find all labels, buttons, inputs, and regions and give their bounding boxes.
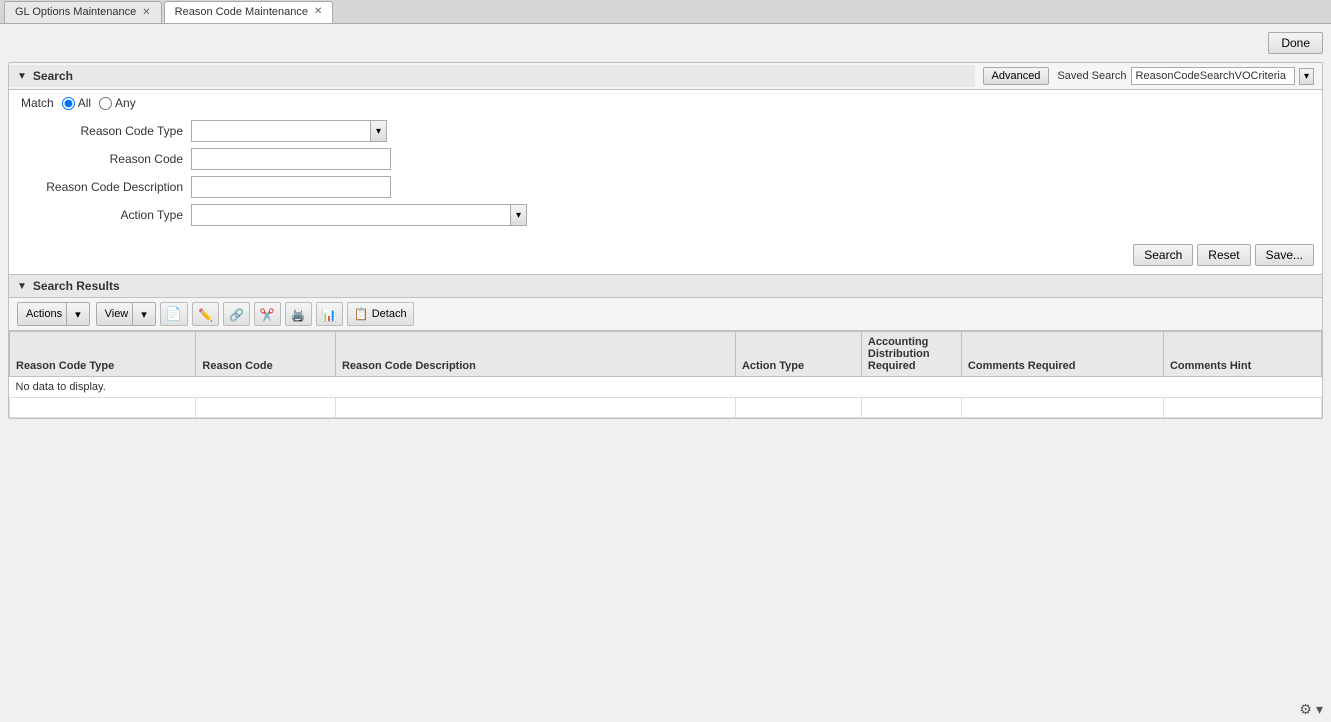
- col-header-comments-required: Comments Required: [961, 332, 1163, 377]
- results-title: Search Results: [33, 279, 120, 293]
- saved-search-label: Saved Search: [1057, 70, 1126, 82]
- no-data-row: No data to display.: [10, 377, 1322, 398]
- criteria-select-container: ReasonCodeSearchVOCriteria: [1131, 67, 1295, 85]
- tab-gl-options-label: GL Options Maintenance: [15, 6, 136, 18]
- match-any-radio[interactable]: [99, 97, 112, 110]
- empty-row-1: [10, 398, 1322, 418]
- top-toolbar: Done: [8, 32, 1323, 54]
- settings-icon[interactable]: ⚙: [1299, 701, 1312, 718]
- col-header-reason-code-desc: Reason Code Description: [335, 332, 735, 377]
- done-button[interactable]: Done: [1268, 32, 1323, 54]
- reason-code-type-label: Reason Code Type: [21, 124, 191, 138]
- bottom-bar: ⚙ ▾: [1291, 697, 1331, 722]
- actions-group: Actions ▾: [17, 302, 90, 326]
- detach-label: Detach: [372, 308, 407, 320]
- form-buttons: Search Reset Save...: [9, 240, 1322, 274]
- detach-button[interactable]: 📋 Detach: [347, 302, 414, 326]
- col-header-reason-code: Reason Code: [196, 332, 336, 377]
- edit-icon-btn[interactable]: ✏️: [192, 302, 219, 326]
- search-collapse-icon[interactable]: ▼: [17, 71, 27, 82]
- export-icon: 📊: [322, 308, 337, 322]
- reason-code-type-select[interactable]: [191, 120, 371, 142]
- actions-dropdown-arrow[interactable]: ▾: [67, 303, 89, 325]
- match-label: Match: [21, 96, 54, 110]
- detach-icon: 📋: [354, 307, 369, 321]
- match-all-label[interactable]: All: [62, 96, 91, 110]
- link-icon-btn[interactable]: 🔗: [223, 302, 250, 326]
- export-icon-btn[interactable]: 📊: [316, 302, 343, 326]
- criteria-value: ReasonCodeSearchVOCriteria: [1136, 70, 1286, 82]
- print-icon-btn[interactable]: 🖨️: [285, 302, 312, 326]
- action-type-label: Action Type: [21, 208, 191, 222]
- reason-code-desc-row: Reason Code Description: [21, 176, 1310, 198]
- tab-reason-code[interactable]: Reason Code Maintenance ✕: [164, 1, 334, 23]
- edit-icon: ✏️: [198, 308, 213, 322]
- form-section: Reason Code Type ▾ Reason Code Reason Co…: [9, 116, 1322, 240]
- tab-reason-code-label: Reason Code Maintenance: [175, 6, 308, 18]
- reason-code-input[interactable]: [191, 148, 391, 170]
- view-dropdown-arrow[interactable]: ▾: [133, 303, 155, 325]
- reset-button[interactable]: Reset: [1197, 244, 1250, 266]
- dropdown-icon[interactable]: ▾: [1316, 701, 1323, 718]
- reason-code-row: Reason Code: [21, 148, 1310, 170]
- results-collapse-icon[interactable]: ▼: [17, 281, 27, 292]
- search-title: Search: [33, 69, 73, 83]
- actions-button[interactable]: Actions: [18, 303, 67, 325]
- results-toolbar: Actions ▾ View ▾ 📄 ✏️ 🔗: [9, 298, 1322, 331]
- view-button[interactable]: View: [97, 303, 134, 325]
- delete-icon-btn[interactable]: ✂️: [254, 302, 281, 326]
- tab-bar: GL Options Maintenance ✕ Reason Code Mai…: [0, 0, 1331, 24]
- search-button[interactable]: Search: [1133, 244, 1193, 266]
- match-all-radio[interactable]: [62, 97, 75, 110]
- tab-reason-code-close[interactable]: ✕: [314, 6, 322, 17]
- view-group: View ▾: [96, 302, 156, 326]
- match-any-label[interactable]: Any: [99, 96, 136, 110]
- results-section-header: ▼ Search Results: [9, 275, 1322, 298]
- no-data-message: No data to display.: [10, 377, 1322, 398]
- search-section-header: ▼ Search: [9, 65, 975, 87]
- criteria-dropdown-arrow[interactable]: ▾: [1299, 68, 1314, 85]
- col-header-reason-code-type: Reason Code Type: [10, 332, 196, 377]
- tab-gl-options-close[interactable]: ✕: [142, 7, 150, 18]
- reason-code-type-row: Reason Code Type ▾: [21, 120, 1310, 142]
- match-all-text: All: [78, 96, 91, 110]
- action-type-arrow[interactable]: ▾: [511, 204, 527, 226]
- save-button[interactable]: Save...: [1255, 244, 1314, 266]
- results-table: Reason Code Type Reason Code Reason Code…: [9, 331, 1322, 418]
- link-icon: 🔗: [229, 308, 244, 322]
- action-type-row: Action Type ▾: [21, 204, 1310, 226]
- tab-gl-options[interactable]: GL Options Maintenance ✕: [4, 1, 162, 23]
- main-panel: ▼ Search Advanced Saved Search ReasonCod…: [8, 62, 1323, 419]
- reason-code-type-arrow[interactable]: ▾: [371, 120, 387, 142]
- reason-code-desc-label: Reason Code Description: [21, 180, 191, 194]
- main-content: Done ▼ Search Advanced Saved Search Reas…: [0, 24, 1331, 722]
- table-header-row: Reason Code Type Reason Code Reason Code…: [10, 332, 1322, 377]
- col-header-accounting: Accounting Distribution Required: [861, 332, 961, 377]
- reason-code-desc-input[interactable]: [191, 176, 391, 198]
- create-icon: 📄: [166, 306, 182, 321]
- action-type-container: ▾: [191, 204, 527, 226]
- col-header-comments-hint: Comments Hint: [1163, 332, 1321, 377]
- reason-code-type-container: ▾: [191, 120, 387, 142]
- delete-icon: ✂️: [260, 308, 275, 322]
- col-header-action-type: Action Type: [735, 332, 861, 377]
- match-row: Match All Any: [9, 90, 1322, 116]
- reason-code-label: Reason Code: [21, 152, 191, 166]
- action-type-select[interactable]: [191, 204, 511, 226]
- results-section: ▼ Search Results Actions ▾ View ▾ 📄: [9, 274, 1322, 418]
- results-table-container: Reason Code Type Reason Code Reason Code…: [9, 331, 1322, 418]
- match-any-text: Any: [115, 96, 136, 110]
- print-icon: 🖨️: [291, 308, 306, 322]
- create-icon-btn[interactable]: 📄: [160, 302, 188, 326]
- advanced-button[interactable]: Advanced: [983, 67, 1050, 85]
